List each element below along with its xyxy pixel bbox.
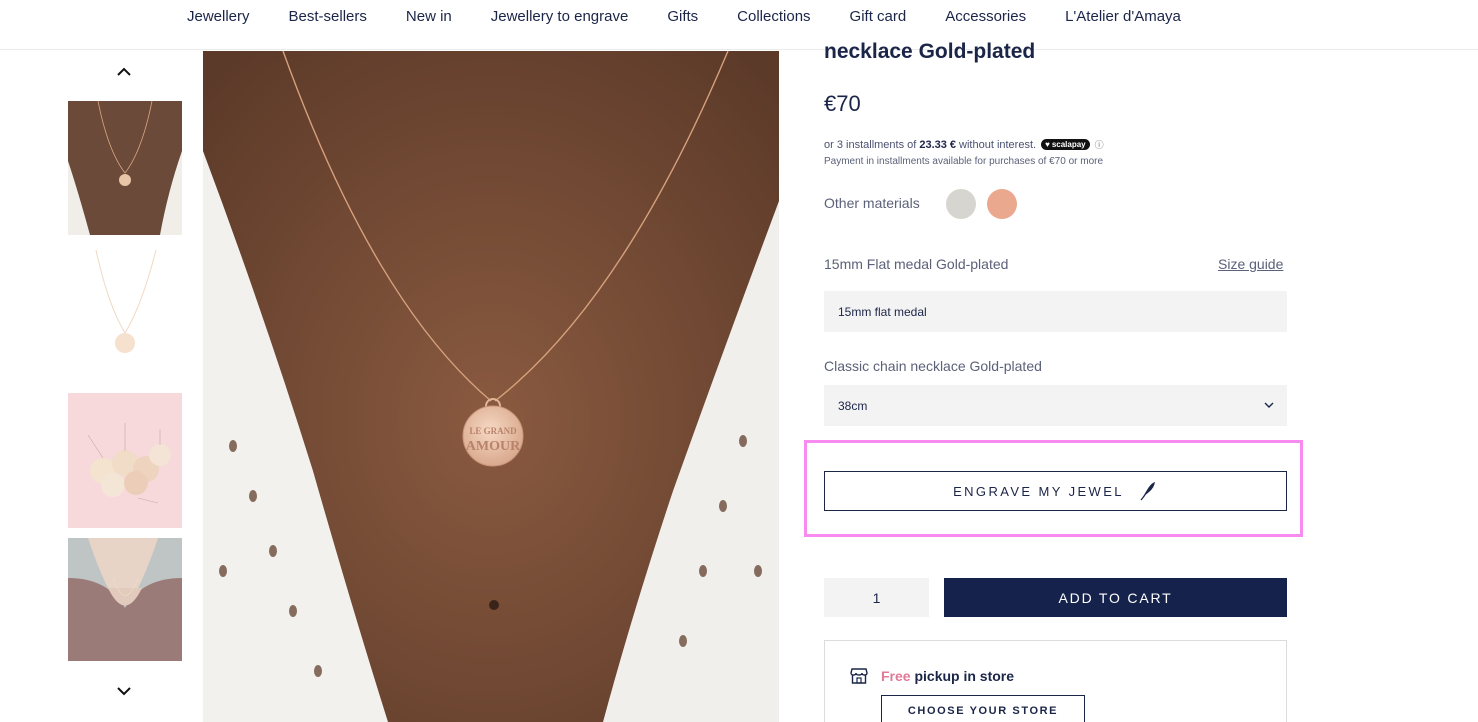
thumbnail-engraving-options-image <box>68 393 182 528</box>
quantity-input[interactable]: 1 <box>824 578 929 617</box>
installments-note: Payment in installments available for pu… <box>824 156 1104 167</box>
chain-select-value: 38cm <box>838 398 868 413</box>
installments-prefix: or 3 installments of <box>824 138 917 151</box>
nav-item-jewellery-to-engrave[interactable]: Jewellery to engrave <box>491 8 629 25</box>
nav-item-accessories[interactable]: Accessories <box>945 8 1026 25</box>
add-to-cart-button[interactable]: ADD TO CART <box>944 578 1287 617</box>
installments-suffix: without interest. <box>959 138 1037 151</box>
product-title: necklace Gold-plated <box>824 40 1036 63</box>
thumbnail-model-image <box>68 538 182 661</box>
choose-store-button[interactable]: CHOOSE YOUR STORE <box>881 695 1085 722</box>
pendant-engraving-line1: LE GRAND <box>469 426 517 436</box>
pickup-free-label: Free <box>881 668 911 684</box>
chain-length-select[interactable]: 38cm <box>824 385 1287 426</box>
info-icon[interactable]: ⓘ <box>1095 138 1104 151</box>
necklace-on-model-photo: LE GRAND AMOUR <box>203 51 779 722</box>
main-product-image: LE GRAND AMOUR <box>203 51 779 722</box>
material-swatch-rose-gold[interactable] <box>987 189 1017 219</box>
scalapay-badge: ♥ scalapay <box>1041 139 1090 150</box>
engrave-button-label: ENGRAVE MY JEWEL <box>953 483 1124 499</box>
store-icon <box>850 668 868 684</box>
nav-item-gift-card[interactable]: Gift card <box>850 8 907 25</box>
pendant-engraving-line2: AMOUR <box>466 439 521 454</box>
thumbnail-necklace-product-image <box>68 245 182 380</box>
scalapay-label: scalapay <box>1051 140 1086 149</box>
chevron-down-icon <box>117 686 131 695</box>
add-to-cart-label: ADD TO CART <box>1058 589 1173 606</box>
installments-line: or 3 installments of 23.33 € without int… <box>824 138 1104 151</box>
thumbnail-3[interactable] <box>68 393 182 528</box>
top-navigation: Jewellery Best-sellers New in Jewellery … <box>0 0 1478 50</box>
medal-select-value: 15mm flat medal <box>838 304 927 319</box>
nav-list: Jewellery Best-sellers New in Jewellery … <box>187 8 1220 25</box>
thumbnail-1[interactable] <box>68 101 182 235</box>
pickup-text: Free pickup in store <box>881 668 1014 684</box>
thumbnail-4[interactable] <box>68 538 182 661</box>
nav-item-gifts[interactable]: Gifts <box>667 8 698 25</box>
medal-option-label: 15mm Flat medal Gold-plated <box>824 256 1009 272</box>
pickup-rest-label: pickup in store <box>914 668 1015 684</box>
thumbnail-necklace-worn-image <box>68 101 182 235</box>
engrave-my-jewel-button[interactable]: ENGRAVE MY JEWEL <box>824 471 1287 511</box>
chain-option-label: Classic chain necklace Gold-plated <box>824 358 1042 374</box>
product-price: €70 <box>824 91 861 116</box>
feather-pen-icon <box>1140 482 1155 501</box>
other-materials-label: Other materials <box>824 195 920 211</box>
chevron-up-icon <box>117 67 131 76</box>
thumbnail-up-arrow[interactable] <box>114 63 134 79</box>
installments-amount: 23.33 € <box>919 138 957 151</box>
size-guide-link[interactable]: Size guide <box>1218 256 1283 272</box>
nav-item-best-sellers[interactable]: Best-sellers <box>289 8 367 25</box>
heart-icon: ♥ <box>1045 140 1050 149</box>
nav-item-jewellery[interactable]: Jewellery <box>187 8 250 25</box>
store-pickup-box: Free pickup in store CHOOSE YOUR STORE <box>824 640 1287 722</box>
thumbnail-2[interactable] <box>68 245 182 380</box>
thumbnail-down-arrow[interactable] <box>114 683 134 699</box>
nav-item-atelier[interactable]: L'Atelier d'Amaya <box>1065 8 1181 25</box>
quantity-value: 1 <box>872 589 881 606</box>
chevron-down-icon <box>1264 402 1274 408</box>
medal-select[interactable]: 15mm flat medal <box>824 291 1287 332</box>
material-swatch-silver[interactable] <box>946 189 976 219</box>
nav-item-new-in[interactable]: New in <box>406 8 452 25</box>
nav-item-collections[interactable]: Collections <box>737 8 810 25</box>
choose-store-label: CHOOSE YOUR STORE <box>907 705 1059 717</box>
